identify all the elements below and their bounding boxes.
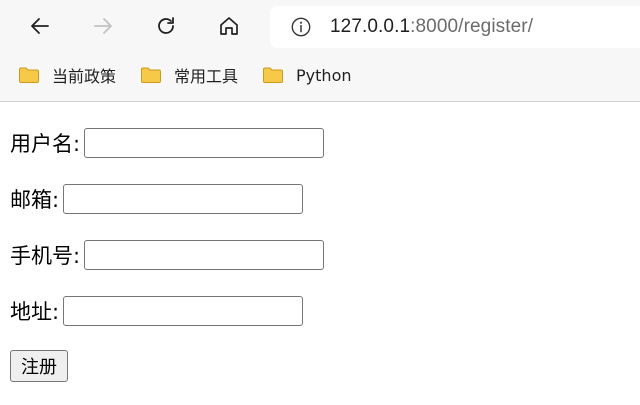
bookmark-item[interactable]: 常用工具 xyxy=(140,60,238,90)
email-label: 邮箱: xyxy=(10,188,60,212)
info-icon[interactable] xyxy=(290,16,312,38)
home-button[interactable] xyxy=(211,8,247,44)
address-input[interactable] xyxy=(63,296,304,326)
address-bar[interactable]: 127.0.0.1:8000/register/ xyxy=(270,6,640,48)
email-row: 邮箱: xyxy=(10,182,304,216)
browser-toolbar: 127.0.0.1:8000/register/ 当前政策 常用工具 Pytho… xyxy=(0,0,640,102)
phone-row: 手机号: xyxy=(10,238,325,272)
bookmark-label: 常用工具 xyxy=(174,67,239,86)
bookmark-label: Python xyxy=(296,65,352,85)
back-button[interactable] xyxy=(22,8,58,44)
folder-icon xyxy=(141,67,162,83)
back-arrow-icon xyxy=(31,18,49,34)
forward-button[interactable] xyxy=(85,8,121,44)
username-row: 用户名: xyxy=(10,126,325,160)
phone-label: 手机号: xyxy=(10,244,81,268)
reload-button[interactable] xyxy=(148,8,184,44)
address-label: 地址: xyxy=(10,300,60,324)
url-path: :8000/register/ xyxy=(410,16,534,37)
username-input[interactable] xyxy=(84,128,325,158)
username-label: 用户名: xyxy=(10,132,81,156)
forward-arrow-icon xyxy=(94,18,112,34)
address-row: 地址: xyxy=(10,294,304,328)
phone-input[interactable] xyxy=(84,240,325,270)
email-input[interactable] xyxy=(63,184,304,214)
folder-icon xyxy=(19,67,39,83)
bookmark-label: 当前政策 xyxy=(52,67,117,86)
bookmark-item[interactable]: Python xyxy=(262,60,352,90)
home-icon xyxy=(220,17,238,35)
bookmarks-bar: 当前政策 常用工具 Python xyxy=(0,58,640,92)
url-host: 127.0.0.1 xyxy=(330,16,411,37)
register-button[interactable]: 注册 xyxy=(10,350,68,382)
reload-icon xyxy=(158,17,174,34)
page-content: 用户名: 邮箱: 手机号: 地址: 注册 xyxy=(0,102,640,405)
folder-icon xyxy=(263,67,284,83)
bookmark-item[interactable]: 当前政策 xyxy=(18,60,116,90)
url-text[interactable]: 127.0.0.1:8000/register/ xyxy=(330,16,533,38)
